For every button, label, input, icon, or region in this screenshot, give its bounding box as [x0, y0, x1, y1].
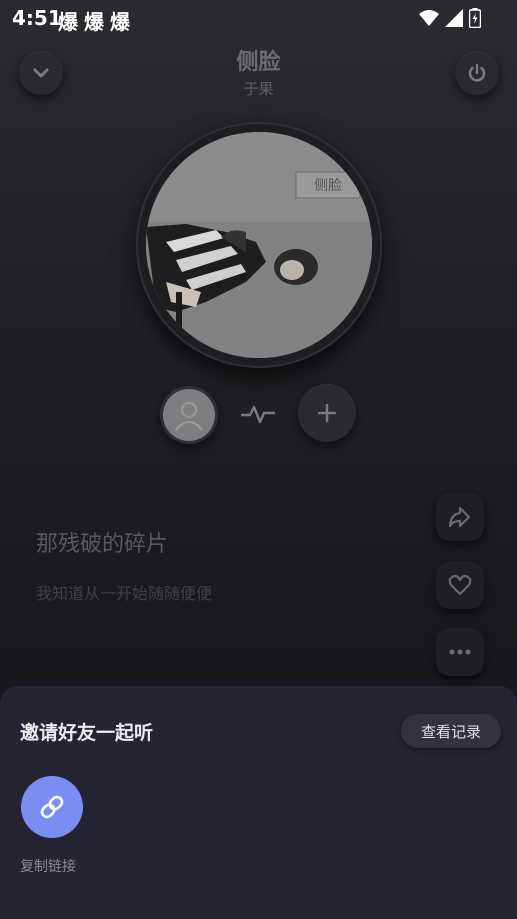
status-icons	[419, 8, 481, 28]
heart-icon	[448, 574, 472, 596]
pulse-icon	[241, 405, 275, 424]
avatar	[163, 389, 215, 441]
more-icon	[449, 649, 471, 655]
invite-sheet-title: 邀请好友一起听	[20, 722, 154, 744]
status-bar: 4:51 爆爆爆	[0, 0, 517, 36]
cover-title-text: 侧脸	[314, 178, 342, 194]
battery-charging-icon	[469, 8, 481, 28]
link-icon	[40, 795, 64, 819]
song-title: 侧脸	[236, 50, 281, 75]
signal-icon	[445, 9, 463, 27]
wifi-icon	[419, 10, 439, 26]
invite-sheet: 邀请好友一起听 查看记录 复制链接	[0, 686, 517, 919]
vinyl-disc[interactable]: 侧脸	[136, 122, 382, 368]
power-button[interactable]	[455, 51, 499, 95]
user-avatar-icon	[175, 402, 203, 431]
add-listener-button[interactable]	[298, 384, 356, 442]
power-icon	[468, 63, 486, 82]
status-notification-glyphs: 爆爆爆	[58, 10, 136, 34]
next-lyric: 我知道从一开始随随便便	[36, 584, 213, 603]
status-time: 4:51	[12, 6, 62, 30]
share-icon	[448, 506, 471, 528]
share-button[interactable]	[436, 493, 484, 541]
view-history-button[interactable]: 查看记录	[401, 714, 501, 748]
plus-icon	[317, 403, 337, 423]
album-cover: 侧脸	[146, 132, 372, 358]
more-button[interactable]	[436, 628, 484, 676]
copy-link-button[interactable]	[21, 776, 83, 838]
listener-avatar[interactable]	[160, 386, 218, 444]
song-artist: 于果	[243, 80, 274, 98]
current-lyric: 那残破的碎片	[36, 532, 169, 557]
copy-link-label: 复制链接	[20, 859, 76, 875]
like-button[interactable]	[436, 561, 484, 609]
album-cover-image: 侧脸	[146, 132, 372, 358]
